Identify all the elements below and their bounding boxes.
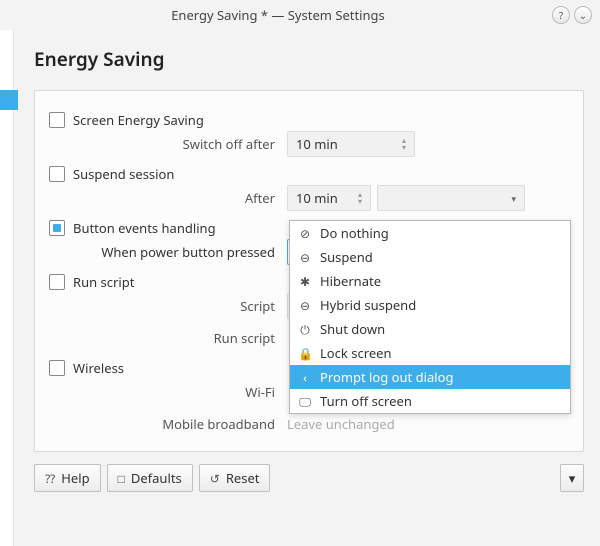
suspend-label: Suspend session bbox=[73, 165, 174, 183]
wireless-checkbox[interactable] bbox=[49, 360, 65, 376]
power-button-dropdown: ⊘Do nothing ⊖Suspend ✱Hibernate ⊖Hybrid … bbox=[289, 220, 571, 414]
chevron-down-icon: ▾ bbox=[511, 192, 516, 205]
window-title: Energy Saving * — System Settings bbox=[8, 6, 548, 24]
titlebar: Energy Saving * — System Settings ? ⌄ bbox=[0, 0, 600, 30]
suspend-icon: ⊖ bbox=[298, 249, 312, 266]
dropdown-item-hybrid[interactable]: ⊖Hybrid suspend bbox=[290, 293, 570, 317]
dropdown-item-logout[interactable]: ‹Prompt log out dialog bbox=[290, 365, 570, 389]
spinner-arrows-icon: ▴▾ bbox=[358, 191, 362, 205]
reset-button[interactable]: ↺Reset bbox=[199, 464, 271, 492]
switch-off-label: Switch off after bbox=[49, 135, 287, 153]
after-spinner: 10 min ▴▾ bbox=[287, 185, 371, 211]
lock-icon: 🔒 bbox=[298, 345, 312, 362]
screen-energy-row: Screen Energy Saving bbox=[49, 111, 569, 129]
defaults-icon: □ bbox=[118, 470, 125, 487]
suspend-checkbox[interactable] bbox=[49, 166, 65, 182]
suspend-row: Suspend session bbox=[49, 165, 569, 183]
button-events-checkbox[interactable] bbox=[49, 220, 65, 236]
broadband-value: Leave unchanged bbox=[287, 415, 395, 433]
dropdown-item-shutdown[interactable]: ⏻Shut down bbox=[290, 317, 570, 341]
suspend-action-combo: ▾ bbox=[377, 185, 525, 211]
defaults-button[interactable]: □Defaults bbox=[107, 464, 193, 492]
reset-icon: ↺ bbox=[210, 470, 220, 487]
main-content: Energy Saving Screen Energy Saving Switc… bbox=[14, 30, 600, 546]
overflow-button[interactable]: ▾ bbox=[560, 464, 584, 492]
hybrid-icon: ⊖ bbox=[298, 297, 312, 314]
wifi-label: Wi-Fi bbox=[49, 383, 287, 401]
after-label: After bbox=[49, 189, 287, 207]
minimize-icon[interactable]: ⌄ bbox=[574, 6, 592, 24]
help-icon: ⁇ bbox=[45, 470, 55, 487]
dropdown-item-lock[interactable]: 🔒Lock screen bbox=[290, 341, 570, 365]
power-button-label: When power button pressed bbox=[49, 243, 287, 261]
dropdown-item-do-nothing[interactable]: ⊘Do nothing bbox=[290, 221, 570, 245]
logout-icon: ‹ bbox=[298, 369, 312, 386]
page-title: Energy Saving bbox=[34, 46, 584, 72]
switch-off-spinner: 10 min ▴▾ bbox=[287, 131, 415, 157]
prohibit-icon: ⊘ bbox=[298, 225, 312, 242]
help-titlebar-icon[interactable]: ? bbox=[552, 6, 570, 24]
help-button[interactable]: ⁇Help bbox=[34, 464, 101, 492]
chevron-down-icon: ▾ bbox=[569, 469, 576, 487]
monitor-icon: 🖵 bbox=[298, 393, 312, 410]
spinner-arrows-icon: ▴▾ bbox=[402, 137, 406, 151]
broadband-label: Mobile broadband bbox=[49, 415, 287, 433]
sidebar bbox=[0, 30, 14, 546]
wireless-label: Wireless bbox=[73, 359, 124, 377]
run-script-checkbox[interactable] bbox=[49, 274, 65, 290]
screen-energy-checkbox[interactable] bbox=[49, 112, 65, 128]
run-script-when-label: Run script bbox=[49, 329, 287, 347]
dropdown-item-hibernate[interactable]: ✱Hibernate bbox=[290, 269, 570, 293]
button-events-label: Button events handling bbox=[73, 219, 216, 237]
screen-energy-label: Screen Energy Saving bbox=[73, 111, 204, 129]
hibernate-icon: ✱ bbox=[298, 273, 312, 290]
script-label: Script bbox=[49, 297, 287, 315]
power-icon: ⏻ bbox=[298, 321, 312, 338]
run-script-label: Run script bbox=[73, 273, 134, 291]
dropdown-item-suspend[interactable]: ⊖Suspend bbox=[290, 245, 570, 269]
dropdown-item-screenoff[interactable]: 🖵Turn off screen bbox=[290, 389, 570, 413]
action-bar: ⁇Help □Defaults ↺Reset ▾ bbox=[34, 464, 584, 492]
